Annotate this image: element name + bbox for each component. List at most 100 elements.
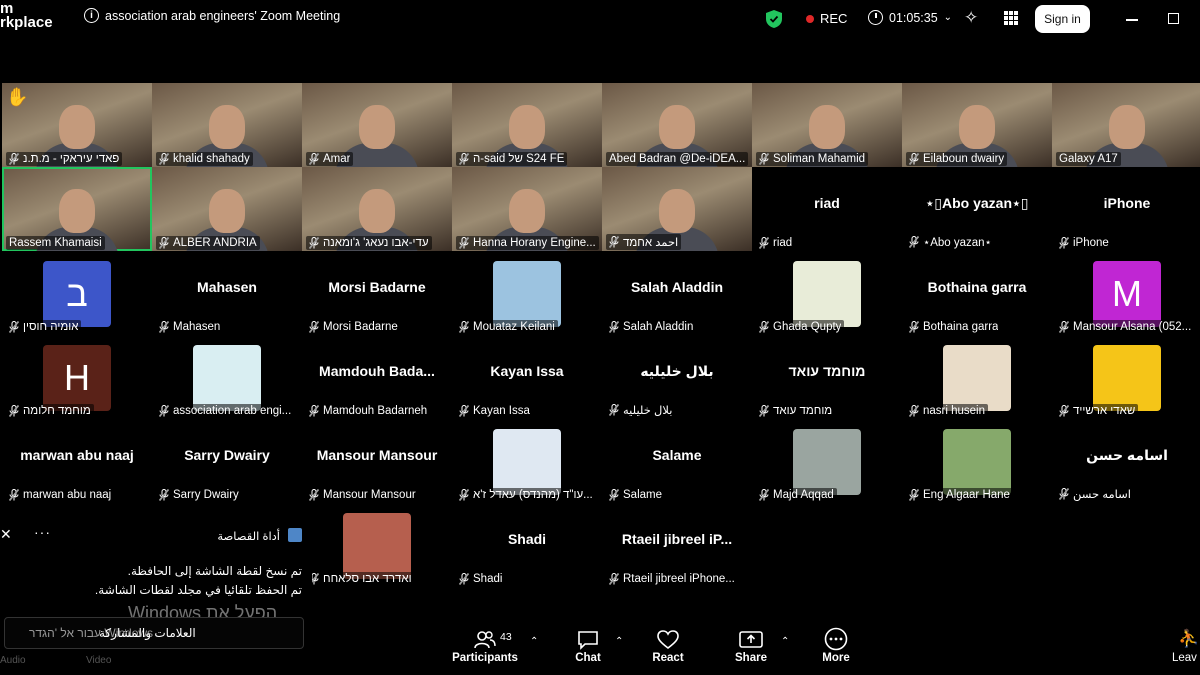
participant-tile[interactable]: nasri husein: [902, 335, 1052, 419]
participant-tile[interactable]: עדי-אבו נעאג' ג'ומאנה: [302, 167, 452, 251]
participant-tile[interactable]: Rtaeil jibreel iP... Rtaeil jibreel iPhon…: [602, 503, 752, 587]
info-icon[interactable]: i: [84, 8, 99, 23]
avatar: [793, 261, 861, 327]
participant-name: Bothaina garra: [923, 321, 999, 333]
participant-tile[interactable]: اسامه حسن اسامه حسن: [1052, 419, 1200, 503]
participant-tile[interactable]: marwan abu naaj marwan abu naaj: [2, 419, 152, 503]
participant-name-label: עדי-אבו נעאג' ג'ומאנה: [306, 236, 432, 250]
muted-mic-icon: [8, 404, 20, 418]
participant-tile[interactable]: ⋆▯Abo yazan⋆▯ ⋆Abo yazan⋆: [902, 167, 1052, 251]
participant-name-label: Hanna Horany Engine...: [456, 236, 599, 250]
avatar: M: [1093, 261, 1161, 327]
participant-tile[interactable]: מוחמד עואד מוחמד עואד: [752, 335, 902, 419]
restore-window-icon[interactable]: [1168, 13, 1179, 24]
participants-chevron-icon[interactable]: ⌃: [530, 636, 538, 647]
participant-tile[interactable]: Abed Badran @De-iDEA...: [602, 83, 752, 167]
muted-mic-icon: [608, 403, 620, 417]
react-button[interactable]: React: [646, 626, 690, 671]
markup-share-field[interactable]: עבור אל 'הגדר Windows العلامات والمشاركة: [4, 617, 304, 649]
audio-label[interactable]: Audio: [0, 655, 26, 666]
participant-name: Sarry Dwairy: [173, 489, 239, 501]
muted-mic-icon: [458, 236, 470, 250]
meeting-info[interactable]: i association arab engineers' Zoom Meeti…: [84, 8, 340, 23]
participant-tile[interactable]: Galaxy A17: [1052, 83, 1200, 167]
meeting-timer[interactable]: 01:05:35 ⌄: [868, 10, 952, 25]
more-options-icon[interactable]: ···: [34, 524, 51, 540]
participant-name: עו"ד (מהנדס) עאדל ז'א...: [473, 489, 593, 501]
participant-display-name: Mamdouh Bada...: [319, 363, 435, 379]
participant-tile[interactable]: riad riad: [752, 167, 902, 251]
participant-tile[interactable]: iPhone iPhone: [1052, 167, 1200, 251]
participant-tile[interactable]: שאדי ארשייד: [1052, 335, 1200, 419]
participants-label: Participants: [452, 652, 518, 664]
participant-tile[interactable]: ALBER ANDRIA: [152, 167, 302, 251]
video-label[interactable]: Video: [86, 655, 111, 666]
participant-name: اسامه حسن: [1073, 489, 1131, 501]
muted-mic-icon: [908, 235, 920, 249]
close-icon[interactable]: ✕: [0, 526, 12, 543]
participant-display-name: Mansour Mansour: [316, 447, 438, 463]
muted-mic-icon: [308, 152, 320, 166]
recording-indicator[interactable]: REC: [806, 11, 847, 26]
participant-name-label: Soliman Mahamid: [756, 152, 869, 166]
participant-tile[interactable]: khalid shahady: [152, 83, 302, 167]
participant-display-name: Salame: [652, 447, 702, 463]
ai-companion-icon[interactable]: ✧: [964, 8, 978, 28]
participant-name-label: אומיה חוסין: [6, 320, 82, 334]
participant-tile[interactable]: ואדרד אבו סלאחח: [302, 503, 452, 587]
share-button[interactable]: Share: [731, 626, 771, 671]
chat-chevron-icon[interactable]: ⌃: [615, 636, 623, 647]
participant-tile[interactable]: Mamdouh Bada... Mamdouh Badarneh: [302, 335, 452, 419]
participant-tile[interactable]: Sarry Dwairy Sarry Dwairy: [152, 419, 302, 503]
participant-name: Rtaeil jibreel iPhone...: [623, 573, 735, 585]
participant-tile[interactable]: עו"ד (מהנדס) עאדל ז'א...: [452, 419, 602, 503]
avatar: [1093, 345, 1161, 411]
participant-name: Shadi: [473, 573, 503, 585]
participant-name: association arab engi...: [173, 405, 292, 417]
participant-tile[interactable]: association arab engi...: [152, 335, 302, 419]
shield-icon[interactable]: [766, 10, 782, 28]
participant-tile[interactable]: Morsi Badarne Morsi Badarne: [302, 251, 452, 335]
participant-tile[interactable]: Ghada Qupty: [752, 251, 902, 335]
participant-video-face: [1109, 105, 1145, 149]
participant-name-label: מוחמד חלומה: [6, 404, 94, 418]
participant-tile[interactable]: Hanna Horany Engine...: [452, 167, 602, 251]
more-button[interactable]: More: [816, 626, 856, 671]
share-chevron-icon[interactable]: ⌃: [781, 636, 789, 647]
participant-tile[interactable]: Majd Aqqad: [752, 419, 902, 503]
participant-tile[interactable]: Bothaina garra Bothaina garra: [902, 251, 1052, 335]
sign-in-button[interactable]: Sign in: [1035, 5, 1090, 33]
participant-tile[interactable]: Soliman Mahamid: [752, 83, 902, 167]
participant-tile[interactable]: Eng Algaar Hane: [902, 419, 1052, 503]
participant-tile[interactable]: Salah Aladdin Salah Aladdin: [602, 251, 752, 335]
avatar: [943, 345, 1011, 411]
participant-name-label: Sarry Dwairy: [156, 488, 242, 502]
participant-tile[interactable]: H מוחמד חלומה: [2, 335, 152, 419]
muted-mic-icon: [908, 152, 920, 166]
participant-display-name: Mahasen: [197, 279, 257, 295]
participant-tile[interactable]: Amar: [302, 83, 452, 167]
participant-name-label: riad: [756, 236, 796, 250]
participant-tile[interactable]: ב אומיה חוסין: [2, 251, 152, 335]
leave-button[interactable]: ⛹ Leav: [1172, 626, 1200, 671]
participant-tile[interactable]: Mansour Mansour Mansour Mansour: [302, 419, 452, 503]
participant-video-face: [209, 189, 245, 233]
participant-tile[interactable]: ה-said של S24 FE: [452, 83, 602, 167]
participant-tile[interactable]: Salame Salame: [602, 419, 752, 503]
participant-tile[interactable]: Mahasen Mahasen: [152, 251, 302, 335]
participant-tile[interactable]: ✋ פאדי עיראקי - מ.ת.נ: [2, 83, 152, 167]
apps-grid-icon[interactable]: [1004, 11, 1018, 25]
minimize-icon[interactable]: [1126, 19, 1138, 21]
participant-tile[interactable]: بلال خليليه بلال خليليه: [602, 335, 752, 419]
participant-name-label: Mouataz Keilani: [456, 320, 558, 334]
participant-tile[interactable]: Kayan Issa Kayan Issa: [452, 335, 602, 419]
muted-mic-icon: [908, 404, 920, 418]
participant-tile[interactable]: Mouataz Keilani: [452, 251, 602, 335]
chat-button[interactable]: Chat: [568, 626, 608, 671]
participant-tile[interactable]: Eilaboun dwairy: [902, 83, 1052, 167]
participant-tile[interactable]: احمد אחמד: [602, 167, 752, 251]
participant-tile[interactable]: Rassem Khamaisi: [2, 167, 152, 251]
muted-mic-icon: [158, 152, 170, 166]
participant-tile[interactable]: Shadi Shadi: [452, 503, 602, 587]
participant-tile[interactable]: M Mansour Alsana (052...: [1052, 251, 1200, 335]
